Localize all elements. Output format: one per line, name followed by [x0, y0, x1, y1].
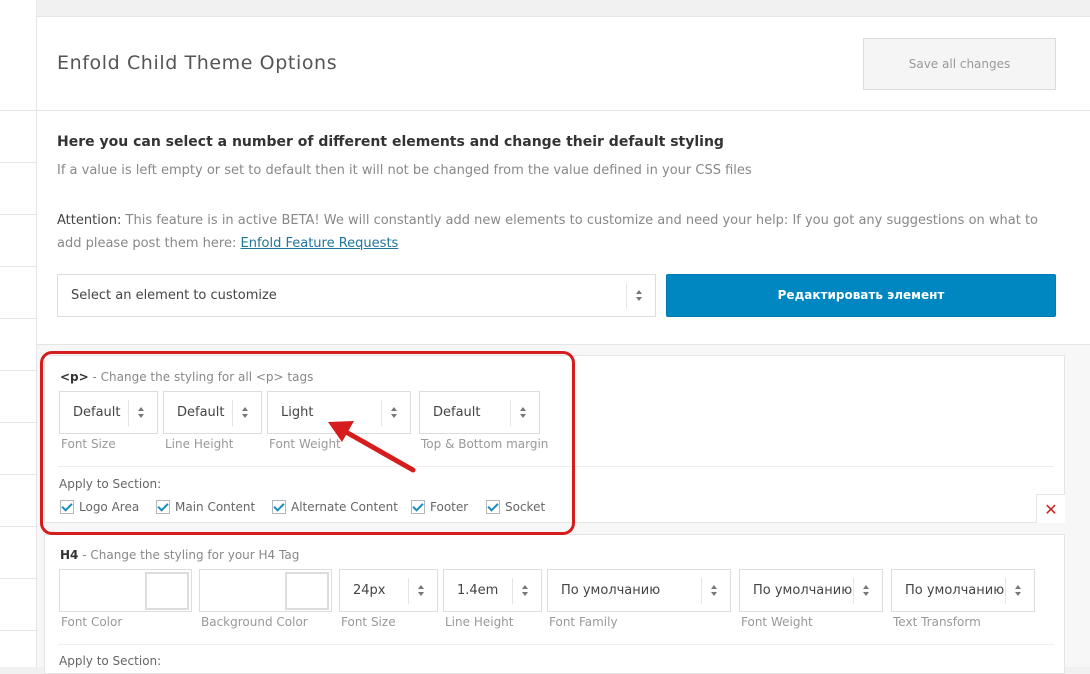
h4-font-weight-select[interactable]: По умолчанию	[739, 569, 883, 612]
select-arrows-icon	[1005, 578, 1034, 604]
attention-label: Attention:	[57, 213, 122, 228]
left-row-divider	[0, 266, 36, 267]
left-row-divider	[0, 318, 36, 319]
left-row-divider	[0, 422, 36, 423]
save-all-changes-button[interactable]: Save all changes	[863, 38, 1056, 90]
h4-text-transform-label: Text Transform	[893, 615, 981, 629]
left-row-divider	[0, 214, 36, 215]
h4-font-size-select[interactable]: 24px	[339, 569, 438, 612]
delete-icon[interactable]: ✕	[1036, 494, 1065, 523]
attention-text: This feature is in active BETA! We will …	[57, 213, 1039, 251]
intro-heading: Here you can select a number of differen…	[57, 134, 724, 150]
select-arrows-icon	[512, 578, 541, 604]
attention-note: Attention: This feature is in active BET…	[57, 209, 1057, 255]
h4-font-weight-value: По умолчанию	[753, 583, 853, 598]
annotation-highlight-frame	[40, 351, 575, 535]
h4-line-height-label: Line Height	[445, 615, 514, 629]
left-row-divider	[0, 630, 36, 631]
left-row-divider	[0, 526, 36, 527]
select-arrows-icon	[701, 578, 730, 604]
h4-background-color-label: Background Color	[201, 615, 308, 629]
left-row-divider	[0, 578, 36, 579]
select-arrows-icon	[853, 578, 882, 604]
h4-apply-label: Apply to Section:	[59, 654, 162, 668]
h4-font-weight-label: Font Weight	[741, 615, 813, 629]
edit-element-button[interactable]: Редактировать элемент	[666, 274, 1056, 317]
select-arrows-icon	[408, 578, 437, 604]
select-arrows-icon	[626, 283, 655, 309]
element-select-value: Select an element to customize	[71, 288, 277, 303]
header-divider	[37, 110, 1090, 111]
red-arrow-icon	[328, 421, 416, 473]
h4-text-transform-value: По умолчанию	[905, 583, 1005, 598]
h4-line-height-value: 1.4em	[457, 583, 499, 598]
h4-font-family-value: По умолчанию	[561, 583, 661, 598]
h4-group-divider	[58, 644, 1054, 645]
intro-text: If a value is left empty or set to defau…	[57, 163, 752, 178]
color-swatch-icon	[145, 572, 189, 610]
h4-group-description: - Change the styling for your H4 Tag	[82, 548, 300, 562]
h4-font-family-label: Font Family	[549, 615, 618, 629]
h4-line-height-select[interactable]: 1.4em	[443, 569, 542, 612]
h4-font-color-label: Font Color	[61, 615, 123, 629]
left-row-divider	[0, 162, 36, 163]
h4-group-tag: H4	[60, 548, 79, 562]
left-row-divider	[0, 370, 36, 371]
page-title: Enfold Child Theme Options	[57, 52, 338, 74]
h4-text-transform-select[interactable]: По умолчанию	[891, 569, 1035, 612]
h4-group-title: H4 - Change the styling for your H4 Tag	[60, 548, 299, 562]
left-row-divider	[0, 110, 36, 111]
h4-font-size-label: Font Size	[341, 615, 396, 629]
feature-requests-link[interactable]: Enfold Feature Requests	[241, 236, 399, 251]
left-row-divider	[0, 474, 36, 475]
h4-font-size-value: 24px	[353, 583, 386, 598]
h4-font-color-picker[interactable]	[59, 569, 192, 612]
left-panel	[0, 0, 37, 667]
color-swatch-icon	[285, 572, 329, 610]
h4-font-family-select[interactable]: По умолчанию	[547, 569, 731, 612]
h4-background-color-picker[interactable]	[199, 569, 332, 612]
element-select[interactable]: Select an element to customize	[57, 274, 656, 317]
